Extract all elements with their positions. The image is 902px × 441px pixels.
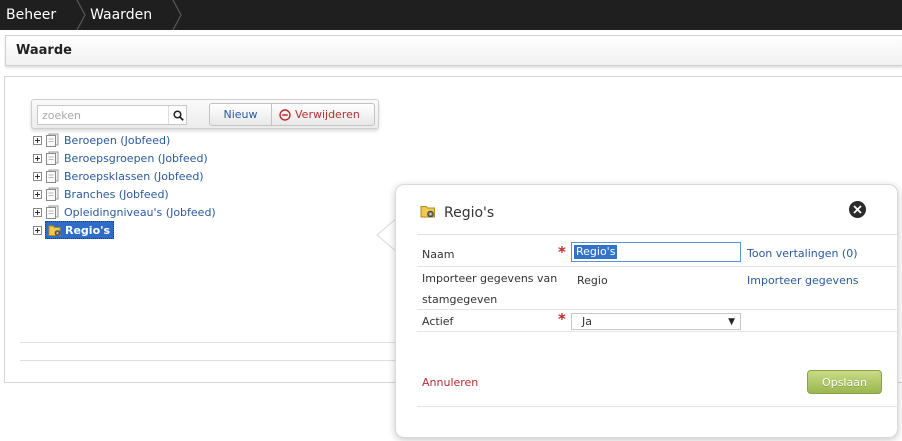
document-stack-icon (45, 151, 59, 165)
tree-item-label: Regio's (65, 223, 111, 237)
tree-item-label: Beroepen (Jobfeed) (64, 133, 171, 147)
naam-input[interactable]: Regio's (571, 242, 741, 262)
expand-icon[interactable] (33, 207, 42, 217)
page-header: Waarde (5, 35, 902, 66)
folder-gear-icon (48, 223, 62, 237)
divider (20, 360, 400, 361)
chevron-down-icon: ▼ (728, 317, 735, 327)
show-translations-link[interactable]: Toon vertalingen (0) (747, 247, 858, 260)
expand-icon[interactable] (33, 135, 42, 145)
document-stack-icon (45, 187, 59, 201)
selected-highlight: Regio's (45, 221, 115, 239)
document-stack-icon (45, 205, 59, 219)
divider (20, 342, 400, 343)
breadcrumb-item-beheer[interactable]: Beheer (0, 0, 86, 30)
tree-item[interactable]: Beroepsgroepen (Jobfeed) (33, 149, 216, 167)
tree-item-label: Beroepsklassen (Jobfeed) (64, 169, 204, 183)
form-row-import: Importeer gegevens van stamgegeven Regio… (417, 267, 899, 310)
breadcrumb-item-waarden[interactable]: Waarden (70, 0, 182, 30)
close-icon[interactable] (849, 201, 866, 218)
expand-icon[interactable] (33, 171, 42, 181)
required-marker: * (558, 243, 566, 261)
value-tree: Beroepen (Jobfeed) Beroepsgroepen (Jobfe… (33, 131, 216, 239)
save-button[interactable]: Opslaan (807, 370, 882, 394)
folder-gear-icon (420, 203, 436, 222)
breadcrumb: Beheer Waarden (0, 0, 902, 30)
required-marker: * (558, 310, 566, 328)
import-data-link[interactable]: Importeer gegevens (747, 274, 859, 287)
tree-item[interactable]: Beroepen (Jobfeed) (33, 131, 216, 149)
form-row-naam: Naam * Regio's Toon vertalingen (0) (417, 242, 899, 267)
actief-select[interactable]: Ja ▼ (571, 313, 741, 330)
delete-button[interactable]: Verwijderen (272, 104, 374, 125)
tree-item[interactable]: Opleidingniveau's (Jobfeed) (33, 203, 216, 221)
document-stack-icon (45, 133, 59, 147)
breadcrumb-label: Beheer (6, 7, 57, 23)
expand-icon[interactable] (33, 225, 42, 235)
tree-item-label: Beroepsgroepen (Jobfeed) (64, 151, 208, 165)
expand-icon[interactable] (33, 189, 42, 199)
actief-select-value: Ja (582, 315, 592, 328)
search-box (37, 105, 187, 125)
tree-item-label: Opleidingniveau's (Jobfeed) (64, 205, 216, 219)
naam-input-value: Regio's (574, 245, 618, 259)
import-value: Regio (577, 274, 608, 287)
import-label: Importeer gegevens van stamgegeven (422, 272, 558, 306)
new-button[interactable]: Nieuw (210, 104, 272, 125)
tree-item[interactable]: Beroepsklassen (Jobfeed) (33, 167, 216, 185)
naam-label: Naam (422, 248, 455, 261)
action-buttons: Nieuw Verwijderen (209, 103, 375, 126)
search-icon[interactable] (168, 106, 188, 124)
actief-label: Actief (422, 315, 454, 328)
divider (417, 406, 899, 407)
tree-item-label: Branches (Jobfeed) (64, 187, 169, 201)
delete-button-label: Verwijderen (295, 108, 360, 121)
popover-header: Regio's (420, 203, 494, 222)
minus-circle-icon (279, 108, 291, 121)
search-input[interactable] (38, 106, 166, 124)
document-stack-icon (45, 169, 59, 183)
divider (417, 234, 899, 235)
tree-toolbar: Nieuw Verwijderen (31, 99, 379, 129)
tree-item-selected[interactable]: Regio's (33, 221, 216, 239)
form-row-actief: Actief * Ja ▼ (417, 310, 899, 332)
cancel-link[interactable]: Annuleren (422, 376, 478, 389)
expand-icon[interactable] (33, 153, 42, 163)
page-title: Waarde (16, 43, 72, 58)
breadcrumb-label: Waarden (90, 7, 153, 23)
edit-popover: Regio's Naam * Regio's Toon vertalingen … (395, 184, 899, 438)
popover-title: Regio's (444, 204, 495, 221)
tree-item[interactable]: Branches (Jobfeed) (33, 185, 216, 203)
